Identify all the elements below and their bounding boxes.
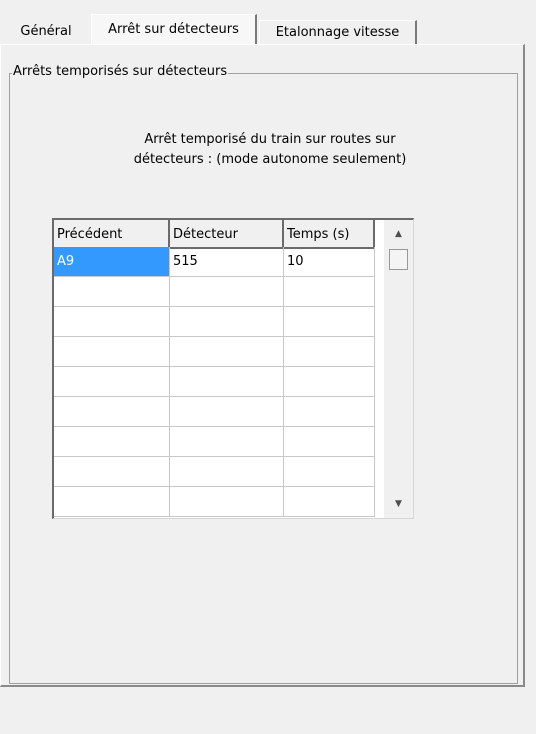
table-row[interactable] [54,337,383,367]
column-header-precedent[interactable]: Précédent [54,220,170,249]
tab-etalonnage-vitesse[interactable]: Etalonnage vitesse [259,20,417,44]
cell-precedent[interactable] [54,307,170,337]
cell-detecteur[interactable] [170,457,284,487]
table-row[interactable] [54,367,383,397]
table-row[interactable] [54,427,383,457]
scroll-up-arrow-icon[interactable]: ▲ [384,220,413,248]
description-line-1: Arrêt temporisé du train sur routes sur [144,132,396,147]
tab-bar: Général Arrêt sur détecteurs Etalonnage … [0,0,536,44]
table-row[interactable] [54,277,383,307]
cell-detecteur[interactable] [170,487,284,517]
cell-precedent[interactable] [54,277,170,307]
cell-detecteur[interactable]: 515 [170,247,284,277]
cell-precedent[interactable] [54,487,170,517]
cell-precedent[interactable]: A9 [54,247,170,277]
cell-detecteur[interactable] [170,427,284,457]
table-row[interactable]: A9 515 10 [54,247,383,277]
cell-precedent[interactable] [54,427,170,457]
cell-temps[interactable] [284,397,375,427]
cell-temps[interactable] [284,337,375,367]
cell-temps[interactable] [284,277,375,307]
cell-precedent[interactable] [54,457,170,487]
tab-general[interactable]: Général [6,20,86,44]
cell-detecteur[interactable] [170,397,284,427]
column-header-detecteur[interactable]: Détecteur [170,220,284,249]
cell-detecteur[interactable] [170,277,284,307]
table-row[interactable] [54,487,383,517]
cell-precedent[interactable] [54,367,170,397]
cell-temps[interactable] [284,457,375,487]
table-row[interactable] [54,397,383,427]
tab-arret-detecteurs[interactable]: Arrêt sur détecteurs [91,14,257,44]
table-row[interactable] [54,457,383,487]
scroll-down-arrow-icon[interactable]: ▼ [384,490,413,518]
cell-detecteur[interactable] [170,307,284,337]
cell-temps[interactable] [284,487,375,517]
grid-scrollbar[interactable]: ▲ ▼ [384,220,413,518]
group-box-title: Arrêts temporisés sur détecteurs [12,63,229,81]
cell-temps[interactable] [284,307,375,337]
table-row[interactable] [54,307,383,337]
cell-temps[interactable] [284,427,375,457]
cell-detecteur[interactable] [170,367,284,397]
stops-grid[interactable]: Précédent Détecteur Temps (s) A9 515 10 ▲ … [52,218,414,519]
column-header-temps[interactable]: Temps (s) [284,220,375,249]
cell-precedent[interactable] [54,337,170,367]
cell-temps[interactable]: 10 [284,247,375,277]
cell-detecteur[interactable] [170,337,284,367]
scroll-thumb[interactable] [389,249,408,270]
cell-temps[interactable] [284,367,375,397]
description-text: Arrêt temporisé du train sur routes sur … [40,130,500,170]
cell-precedent[interactable] [54,397,170,427]
description-line-2: détecteurs : (mode autonome seulement) [133,152,407,167]
